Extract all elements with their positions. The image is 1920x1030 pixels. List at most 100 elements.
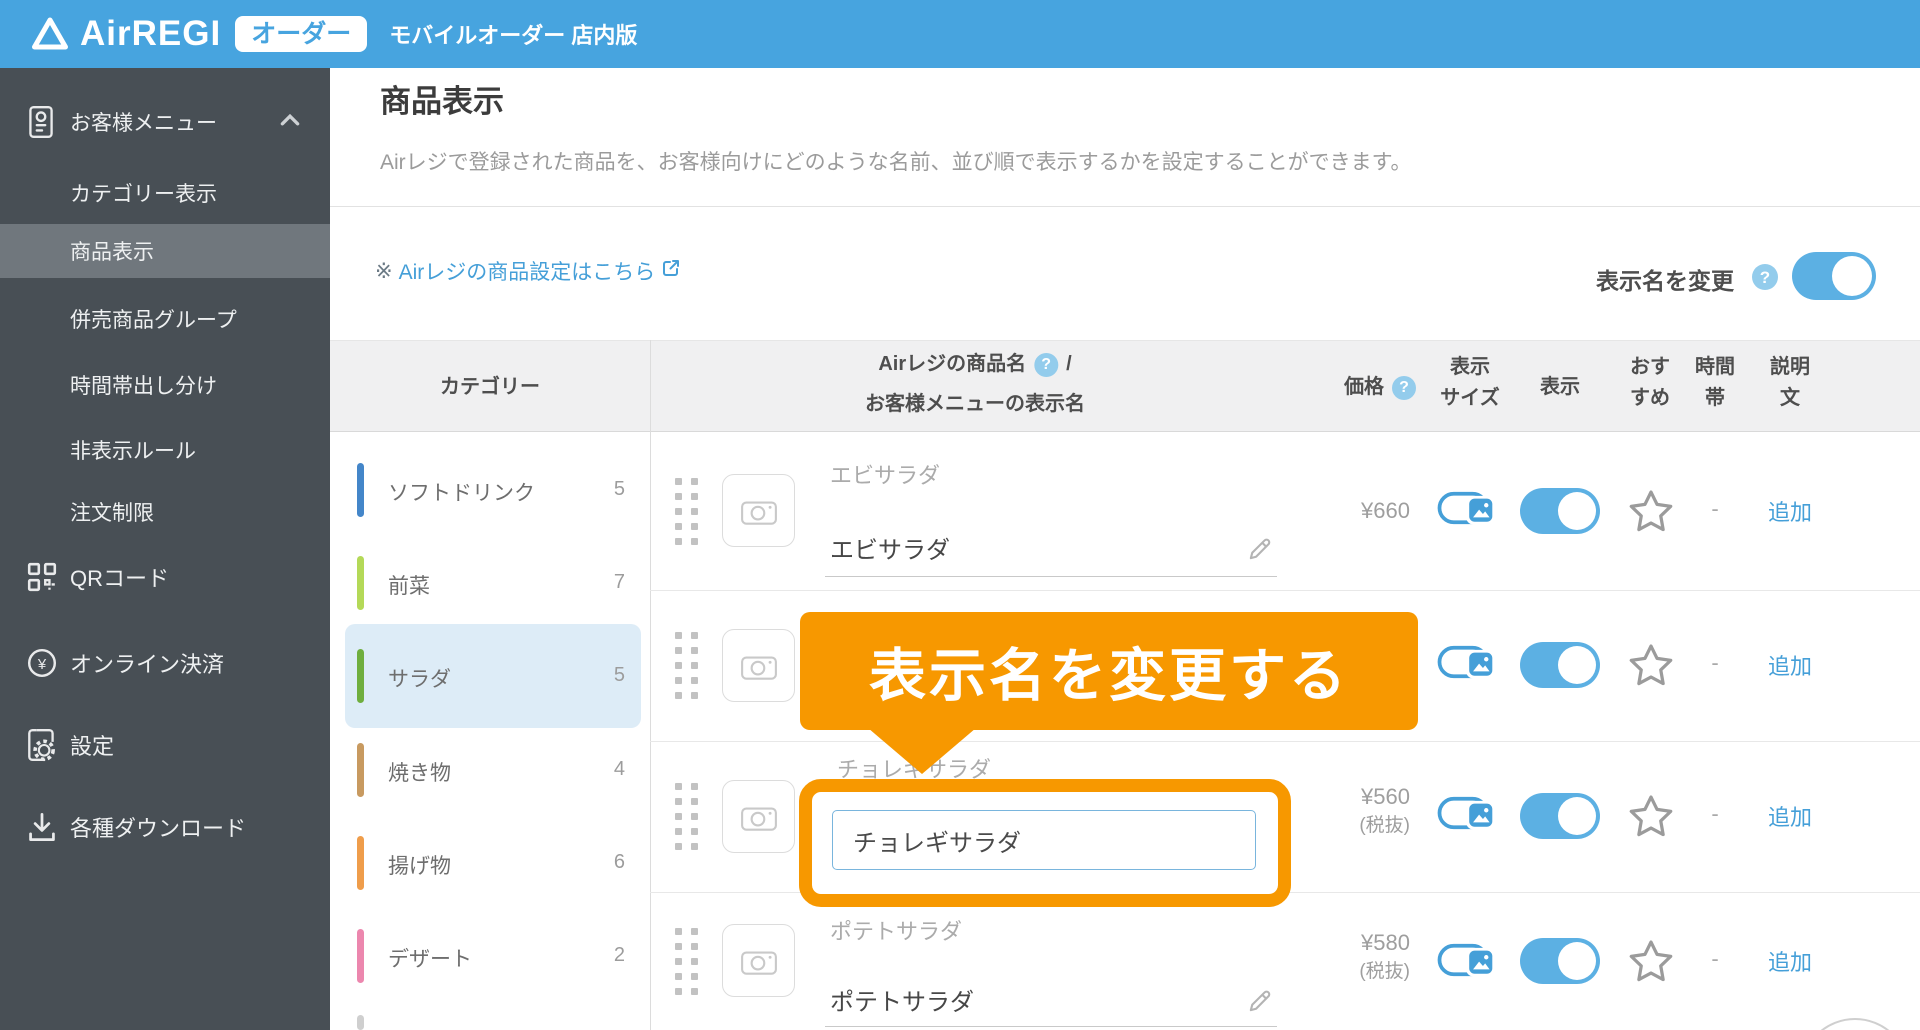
category-item-soft-drink[interactable]: ソフトドリンク 5: [345, 438, 641, 542]
product-photo-placeholder[interactable]: [722, 780, 795, 853]
brand-name: AirREGI: [80, 14, 222, 53]
display-name-field[interactable]: エビサラダ: [825, 530, 1277, 577]
product-price: ¥660: [1361, 498, 1410, 523]
menu-book-icon: [26, 104, 56, 140]
drag-handle[interactable]: [675, 632, 698, 699]
category-count: 5: [613, 478, 625, 500]
help-icon[interactable]: ?: [1034, 352, 1059, 377]
add-description-link[interactable]: 追加: [1750, 495, 1830, 527]
category-count: 7: [613, 571, 625, 593]
add-description-link[interactable]: 追加: [1750, 945, 1830, 977]
sidebar-item-product-display[interactable]: 商品表示: [0, 224, 330, 278]
app-header: AirREGI オーダー モバイルオーダー 店内版: [0, 0, 1920, 68]
category-color-bar: [357, 649, 364, 703]
page-title: 商品表示: [380, 84, 504, 119]
visible-toggle[interactable]: [1520, 642, 1600, 688]
sidebar-item-bundle-group[interactable]: 併売商品グループ: [0, 294, 330, 344]
product-photo-placeholder[interactable]: [722, 924, 795, 997]
recommend-star-icon[interactable]: [1624, 791, 1678, 848]
rename-toggle-label: 表示名を変更: [1596, 268, 1734, 294]
display-size-icon[interactable]: [1436, 640, 1504, 689]
timeband-value: -: [1711, 946, 1719, 971]
sidebar-item-label: 併売商品グループ: [70, 309, 237, 332]
timeband-value: -: [1711, 650, 1719, 675]
col-header-product-name: Airレジの商品名 ? /: [878, 352, 1072, 377]
recommend-star-icon[interactable]: [1624, 486, 1678, 543]
sidebar-item-label: カテゴリー表示: [70, 183, 217, 206]
sidebar-item-label: 非表示ルール: [70, 440, 196, 463]
display-size-icon[interactable]: [1436, 938, 1504, 987]
download-icon: [26, 811, 58, 843]
help-icon[interactable]: ?: [1392, 375, 1416, 400]
qr-code-icon: [26, 561, 58, 593]
category-color-bar: [357, 556, 364, 610]
category-count: 6: [613, 851, 625, 873]
category-count: 4: [613, 758, 625, 780]
add-description-link[interactable]: 追加: [1750, 649, 1830, 681]
category-color-bar: [357, 743, 364, 797]
edit-pencil-icon[interactable]: [1245, 988, 1273, 1021]
svg-text:¥: ¥: [37, 656, 47, 673]
category-color-bar: [357, 836, 364, 890]
app-title: モバイルオーダー 店内版: [389, 23, 638, 48]
sidebar-item-downloads[interactable]: 各種ダウンロード: [0, 800, 330, 854]
settings-link-text: Airレジの商品設定はこちら: [398, 261, 656, 284]
visible-toggle[interactable]: [1520, 488, 1600, 534]
category-color-bar: [357, 463, 364, 517]
drag-handle[interactable]: [675, 783, 698, 850]
drag-handle[interactable]: [675, 478, 698, 545]
category-item-salad[interactable]: サラダ 5: [345, 624, 641, 728]
sidebar-item-settings[interactable]: 設定: [0, 718, 330, 772]
rename-toggle[interactable]: [1792, 252, 1876, 300]
sidebar-item-hidden-rules[interactable]: 非表示ルール: [0, 425, 330, 475]
timeband-value: -: [1711, 801, 1719, 826]
col-header-display-name: お客様メニューの表示名: [865, 393, 1085, 415]
display-name-input[interactable]: [832, 810, 1256, 870]
order-badge: オーダー: [235, 16, 368, 52]
highlight-frame: [799, 779, 1291, 907]
visible-toggle[interactable]: [1520, 938, 1600, 984]
airregi-product-name: エビサラダ: [830, 463, 941, 488]
product-photo-placeholder[interactable]: [722, 474, 795, 547]
sidebar-item-label: 商品表示: [70, 241, 154, 264]
callout-bubble: 表示名を変更する: [800, 612, 1418, 730]
sidebar-item-qr-code[interactable]: QRコード: [0, 550, 330, 604]
section-divider: [330, 206, 1920, 207]
category-item-fried[interactable]: 揚げ物 6: [345, 811, 641, 915]
category-count: 2: [613, 944, 625, 966]
sidebar-item-timeband-rules[interactable]: 時間帯出し分け: [0, 360, 330, 410]
sidebar-item-online-payment[interactable]: ¥ オンライン決済: [0, 636, 330, 690]
category-item-grilled[interactable]: 焼き物 4: [345, 718, 641, 822]
sidebar-collapse-button[interactable]: «: [276, 1026, 296, 1030]
sidebar-item-category-display[interactable]: カテゴリー表示: [0, 168, 330, 218]
col-header-recommend: おす すめ: [1630, 356, 1670, 409]
yen-circle-icon: ¥: [26, 647, 58, 679]
recommend-star-icon[interactable]: [1624, 640, 1678, 697]
note-prefix: ※: [375, 259, 393, 283]
category-item-dessert[interactable]: デザート 2: [345, 904, 641, 1008]
sidebar: お客様メニュー カテゴリー表示 商品表示 併売商品グループ 時間帯出し分け 非表…: [0, 68, 330, 1030]
display-size-icon[interactable]: [1436, 791, 1504, 840]
drag-handle[interactable]: [675, 928, 698, 995]
display-name-field[interactable]: ポテトサラダ: [825, 982, 1277, 1027]
col-header-price: 価格 ?: [1344, 372, 1416, 403]
help-icon[interactable]: ?: [1752, 264, 1778, 290]
table-header: [330, 340, 1920, 432]
chevron-up-icon: [280, 113, 300, 131]
airregi-settings-link[interactable]: ※ Airレジの商品設定はこちら: [375, 256, 681, 286]
col-header-description: 説明文: [1770, 356, 1810, 409]
display-size-icon[interactable]: [1436, 486, 1504, 535]
sidebar-item-order-limit[interactable]: 注文制限: [0, 487, 330, 537]
add-description-link[interactable]: 追加: [1750, 800, 1830, 832]
sidebar-item-label: 時間帯出し分け: [70, 375, 217, 398]
gear-icon: [26, 727, 58, 763]
visible-toggle[interactable]: [1520, 793, 1600, 839]
airregi-logo-icon[interactable]: [30, 16, 70, 52]
sidebar-item-customer-menu[interactable]: お客様メニュー: [0, 94, 330, 150]
category-item-appetizer[interactable]: 前菜 7: [345, 531, 641, 635]
airregi-product-name: ポテトサラダ: [830, 919, 963, 944]
recommend-star-icon[interactable]: [1624, 936, 1678, 993]
edit-pencil-icon[interactable]: [1245, 536, 1273, 569]
callout-pointer: [868, 728, 976, 774]
product-photo-placeholder[interactable]: [722, 629, 795, 702]
